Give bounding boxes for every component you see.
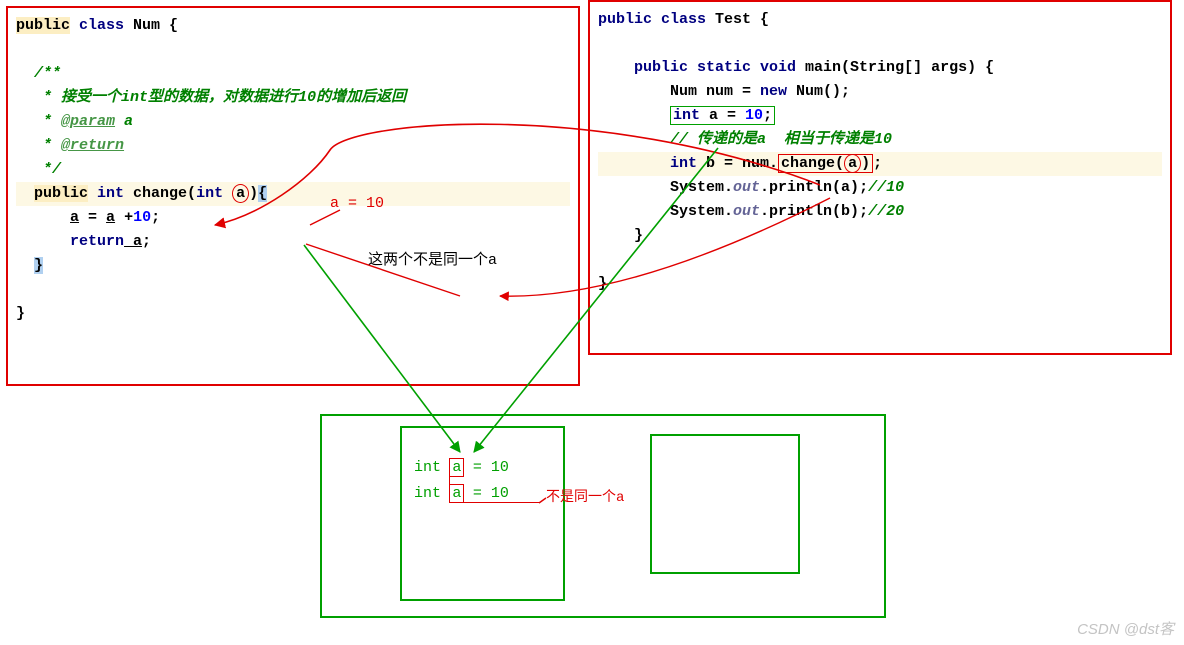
memory-stack-left: [400, 426, 565, 601]
mem-conn-1: [449, 477, 450, 489]
mem-row-2: int a = 10: [414, 484, 509, 503]
code-num: public class Num { /** * 接受一个int型的数据，对数据…: [8, 8, 578, 332]
mem-a-box-1: a: [449, 458, 464, 477]
change-a-box: change(a): [778, 154, 873, 173]
arg-a-circle: a: [844, 154, 861, 173]
mem-row-1: int a = 10: [414, 458, 509, 477]
code-test: public class Test { public static void m…: [590, 2, 1170, 302]
int-a-10-box: int a = 10;: [670, 106, 775, 125]
mem-a-box-2: a: [449, 484, 464, 503]
memory-box-right: [650, 434, 800, 574]
annot-not-same-a: 这两个不是同一个a: [368, 248, 497, 269]
annot-not-same-a2: 不是同一个a: [546, 486, 624, 506]
watermark: CSDN @dst客: [1077, 618, 1174, 639]
param-a-circle: a: [232, 184, 249, 203]
code-panel-num: public class Num { /** * 接受一个int型的数据，对数据…: [6, 6, 580, 386]
code-panel-test: public class Test { public static void m…: [588, 0, 1172, 355]
mem-underline: [449, 502, 539, 503]
annot-a-eq-10: a = 10: [330, 195, 384, 212]
